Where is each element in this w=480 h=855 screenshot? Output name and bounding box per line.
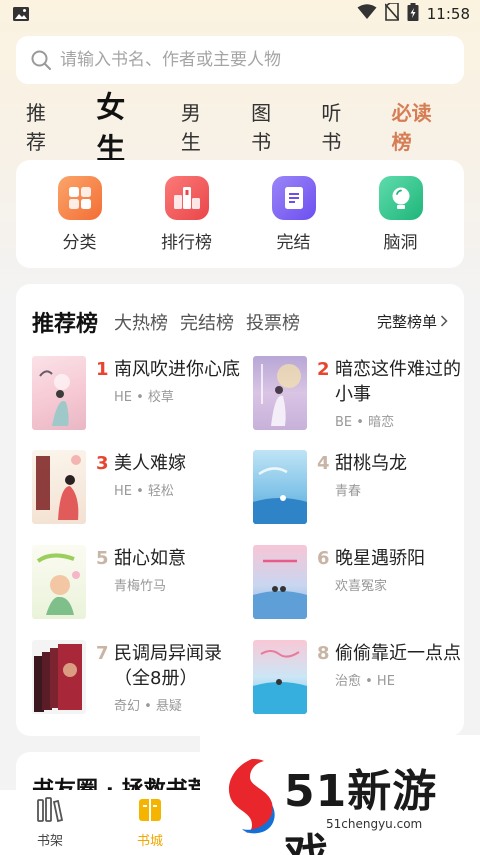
tab-books[interactable]: 图书 [251, 97, 287, 155]
book-rank: 7 [96, 643, 109, 664]
book-tags: 欢喜冤家 [335, 579, 388, 594]
book-item[interactable]: 8 偷偷靠近一点点 治愈 • HE [253, 640, 463, 720]
book-cover [32, 640, 86, 714]
category-item-brainstorm[interactable]: 脑洞 [361, 175, 441, 253]
book-rank: 3 [96, 453, 109, 474]
book-cover [32, 545, 86, 619]
battery-icon [407, 3, 419, 25]
book-item[interactable]: 6 晚星遇骄阳 欢喜冤家 [253, 545, 463, 625]
ranking-card: 推荐榜 大热榜 完结榜 投票榜 完整榜单 1 南风吹进你心底 HE • 校草 2 [16, 284, 464, 736]
tab-audio[interactable]: 听书 [321, 97, 357, 155]
ranking-icon [164, 175, 209, 220]
tab-male[interactable]: 男生 [181, 97, 217, 155]
nav-bookstore-label: 书城 [136, 833, 163, 849]
document-icon [271, 175, 316, 220]
no-sim-icon [384, 2, 400, 25]
book-tags: 奇幻 • 悬疑 [114, 699, 182, 714]
book-item[interactable]: 3 美人难嫁 HE • 轻松 [32, 450, 242, 530]
gallery-notification-icon [12, 6, 30, 22]
book-cover [32, 356, 86, 430]
book-title: 偷偷靠近一点点 [335, 643, 461, 664]
book-cover [253, 545, 307, 619]
book-item[interactable]: 7 民调局异闻录（全8册） 奇幻 • 悬疑 [32, 640, 242, 720]
book-cover [32, 450, 86, 524]
watermark: 51新游戏 51chengyu.com [200, 735, 480, 855]
book-rank: 1 [96, 359, 109, 380]
channel-tabs: 推荐 女生 男生 图书 听书 必读榜 [26, 90, 480, 166]
tab-finished-list[interactable]: 完结榜 [180, 309, 234, 335]
book-rank: 5 [96, 548, 109, 569]
book-title: 甜桃乌龙 [335, 453, 407, 474]
book-cover [253, 450, 307, 524]
tab-must-read[interactable]: 必读榜 [392, 97, 446, 155]
status-time: 11:58 [426, 5, 470, 23]
book-tags: HE • 校草 [114, 390, 174, 405]
book-cover [253, 640, 307, 714]
book-item[interactable]: 5 甜心如意 青梅竹马 [32, 545, 242, 625]
ranking-tabs: 推荐榜 大热榜 完结榜 投票榜 [32, 304, 312, 340]
book-tags: HE • 轻松 [114, 484, 174, 499]
category-label: 脑洞 [383, 232, 418, 253]
category-label: 排行榜 [161, 232, 212, 253]
bookstore-icon [136, 797, 164, 827]
book-rank: 4 [317, 453, 330, 474]
watermark-brand: 51新游戏 [284, 766, 438, 855]
book-rank: 2 [317, 359, 330, 380]
book-tags: 青春 [335, 484, 362, 499]
category-item-classify[interactable]: 分类 [40, 175, 120, 253]
category-item-ranking[interactable]: 排行榜 [147, 175, 227, 253]
book-title: 晚星遇骄阳 [335, 548, 425, 569]
category-label: 完结 [276, 232, 311, 253]
search-icon [30, 49, 52, 71]
book-tags: 青梅竹马 [114, 579, 167, 594]
book-tags: BE • 暗恋 [335, 415, 395, 430]
search-bar[interactable] [16, 36, 464, 84]
grid-icon [57, 175, 102, 220]
book-rank: 8 [317, 643, 330, 664]
book-title: 暗恋这件难过的小事 [335, 359, 461, 405]
category-label: 分类 [62, 232, 97, 253]
book-cover [253, 356, 307, 430]
tab-hot-list[interactable]: 大热榜 [114, 309, 168, 335]
watermark-url: 51chengyu.com [326, 817, 423, 831]
tab-recommend-list[interactable]: 推荐榜 [32, 306, 98, 338]
full-ranking-label: 完整榜单 [376, 313, 437, 331]
category-card: 分类 排行榜 完结 脑洞 [16, 160, 464, 268]
nav-bookshelf[interactable]: 书架 [10, 796, 90, 849]
book-item[interactable]: 1 南风吹进你心底 HE • 校草 [32, 356, 242, 436]
full-ranking-link[interactable]: 完整榜单 [377, 311, 448, 332]
wifi-icon [357, 4, 377, 24]
book-title: 民调局异闻录（全8册） [114, 643, 222, 689]
book-title: 美人难嫁 [114, 453, 186, 474]
book-title: 南风吹进你心底 [114, 359, 240, 380]
status-bar: 11:58 [0, 0, 480, 28]
bottom-nav: 书架 书城 [0, 790, 200, 855]
book-rank: 6 [317, 548, 330, 569]
tab-vote-list[interactable]: 投票榜 [246, 309, 300, 335]
tab-recommend[interactable]: 推荐 [26, 97, 62, 155]
book-title: 甜心如意 [114, 548, 186, 569]
bookshelf-icon [36, 796, 64, 827]
category-item-finished[interactable]: 完结 [254, 175, 334, 253]
nav-bookstore[interactable]: 书城 [110, 797, 190, 849]
book-item[interactable]: 2 暗恋这件难过的小事 BE • 暗恋 [253, 356, 463, 436]
nav-bookshelf-label: 书架 [36, 833, 63, 849]
book-tags: 治愈 • HE [335, 674, 395, 689]
search-input[interactable] [60, 50, 440, 70]
chevron-right-icon [440, 313, 448, 331]
tab-female[interactable]: 女生 [96, 84, 149, 168]
watermark-logo-icon [228, 759, 275, 834]
book-item[interactable]: 4 甜桃乌龙 青春 [253, 450, 463, 530]
bulb-icon [378, 175, 423, 220]
